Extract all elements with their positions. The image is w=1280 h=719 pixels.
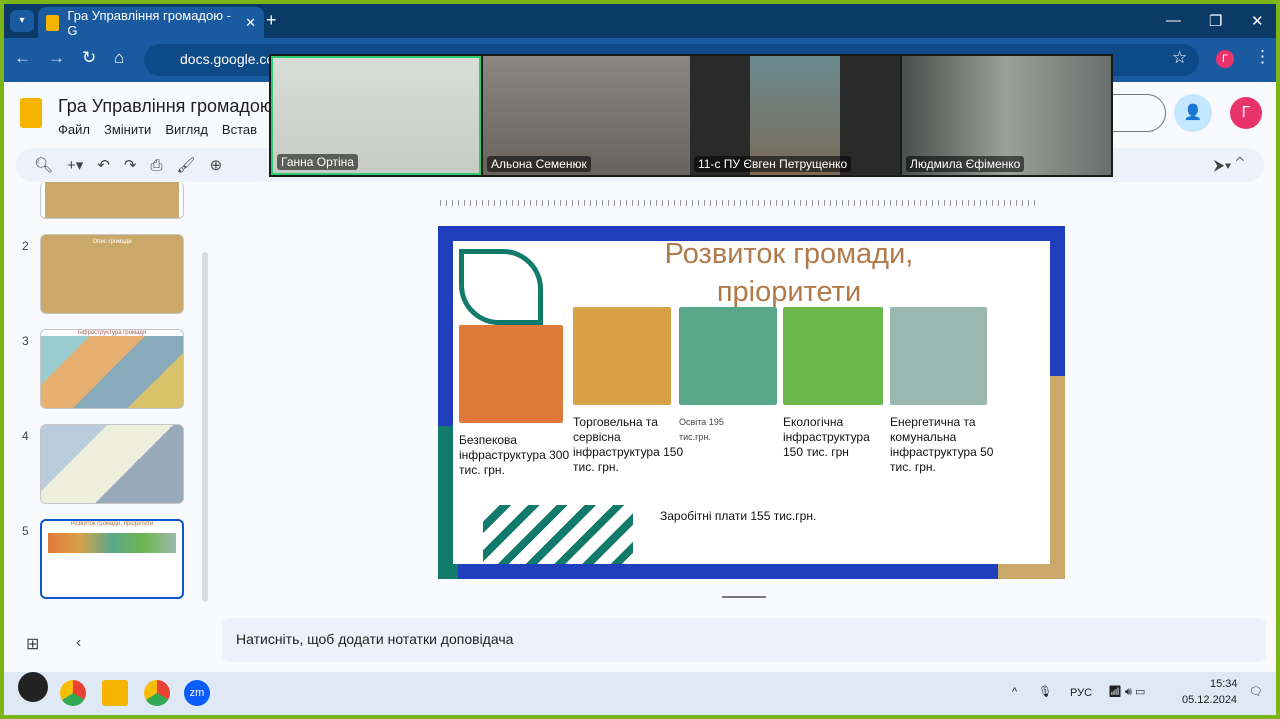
slide-thumbnail-5[interactable]: Розвиток громади, пріоритети bbox=[40, 519, 184, 599]
notifications-icon[interactable]: 🗨︎ bbox=[1249, 685, 1263, 698]
slide-number: 3 bbox=[22, 334, 29, 348]
chrome-icon[interactable] bbox=[60, 680, 86, 706]
video-tile[interactable]: Альона Семенюк bbox=[483, 56, 690, 175]
participant-name: Людмила Єфіменко bbox=[906, 156, 1025, 172]
video-tile[interactable]: Людмила Єфіменко bbox=[902, 56, 1111, 175]
close-tab-icon[interactable]: ✕ bbox=[245, 15, 256, 31]
participant-name: Альона Семенюк bbox=[487, 156, 591, 172]
slide-thumbnail-2[interactable]: Опис громади bbox=[40, 234, 184, 314]
print-icon[interactable]: ⎙ bbox=[151, 157, 163, 174]
participant-name: 11-с ПУ Євген Петрущенко bbox=[694, 156, 852, 172]
close-window-button[interactable]: ✕ bbox=[1251, 12, 1264, 30]
screen: ▾ Гра Управління громадою - G ✕ + — ❐ ✕ ←… bbox=[4, 4, 1276, 715]
zoom-icon[interactable]: ⊕ bbox=[210, 156, 223, 174]
tab-search-button[interactable]: ▾ bbox=[10, 10, 34, 32]
clock-date[interactable]: 05.12.2024 bbox=[1182, 694, 1237, 706]
security-image bbox=[459, 325, 563, 423]
menu-icon[interactable]: ⋮ bbox=[1254, 47, 1271, 67]
grid-view-icon[interactable]: ⊞ bbox=[26, 634, 39, 654]
language-indicator[interactable]: РУС bbox=[1070, 687, 1092, 699]
speaker-notes-input[interactable]: Натисніть, щоб додати нотатки доповідача bbox=[222, 618, 1266, 662]
undo-icon[interactable]: ↶ bbox=[97, 156, 110, 174]
menu-bar: Файл Змінити Вигляд Встав bbox=[58, 122, 257, 137]
energy-image bbox=[890, 307, 987, 405]
item-caption: Освіта 195 тис.грн. bbox=[679, 417, 724, 442]
ruler bbox=[440, 200, 1040, 206]
slide-number: 2 bbox=[22, 239, 29, 253]
item-education: Освіта 195 тис.грн. bbox=[679, 307, 777, 445]
back-icon[interactable]: ← bbox=[14, 48, 31, 68]
add-icon[interactable]: +▾ bbox=[67, 156, 83, 174]
clock-time[interactable]: 15:34 bbox=[1210, 678, 1238, 690]
redo-icon[interactable]: ↷ bbox=[124, 156, 137, 174]
zoom-app-icon[interactable]: zm bbox=[184, 680, 210, 706]
microphone-icon[interactable]: 🎙︎ bbox=[1038, 685, 1052, 698]
ecology-image bbox=[783, 307, 883, 405]
bookmark-star-icon[interactable]: ☆ bbox=[1172, 48, 1187, 68]
slide[interactable]: Розвиток громади, пріоритети Безпекова і… bbox=[438, 226, 1065, 579]
new-tab-button[interactable]: + bbox=[266, 10, 277, 31]
slides-icon bbox=[46, 14, 60, 31]
menu-edit[interactable]: Змінити bbox=[104, 122, 151, 137]
taskbar: zm ^ 🎙︎ РУС 📶︎ 🔊︎ ▭ 15:34 05.12.2024 🗨︎ bbox=[4, 672, 1276, 715]
paint-format-icon[interactable]: 🖌︎ bbox=[177, 156, 196, 174]
home-icon[interactable]: ⌂ bbox=[114, 48, 124, 68]
profile-avatar[interactable]: Г bbox=[1216, 50, 1234, 68]
tab-bar: ▾ Гра Управління громадою - G ✕ + — ❐ ✕ bbox=[4, 4, 1276, 38]
tab-title: Гра Управління громадою - G bbox=[67, 7, 231, 38]
slide-number: 4 bbox=[22, 429, 29, 443]
browser-tab[interactable]: Гра Управління громадою - G ✕ bbox=[38, 7, 264, 38]
restore-button[interactable]: ❐ bbox=[1209, 12, 1222, 30]
thumb-title: Розвиток громади, пріоритети bbox=[70, 521, 154, 527]
notes-resize-handle[interactable] bbox=[722, 596, 766, 598]
menu-insert[interactable]: Встав bbox=[222, 122, 257, 137]
pen-icon[interactable] bbox=[18, 672, 48, 702]
select-pointer-icon[interactable]: ⮞▾ ⌃ bbox=[1214, 157, 1244, 174]
url-text: docs.google.co bbox=[180, 51, 275, 67]
item-caption: Енергетична та комунальна інфраструктура… bbox=[890, 415, 994, 474]
share-add-person-icon[interactable]: 👤 bbox=[1174, 94, 1212, 132]
show-hidden-icons[interactable]: ^ bbox=[1012, 686, 1017, 698]
collapse-panel-icon[interactable]: ‹ bbox=[76, 634, 81, 652]
item-caption: Екологічна інфраструктура 150 тис. грн bbox=[783, 415, 870, 459]
trade-image bbox=[573, 307, 671, 405]
file-explorer-icon[interactable] bbox=[102, 680, 128, 706]
decorative-stripes bbox=[483, 505, 633, 564]
item-caption: Торговельна та сервісна інфраструктура 1… bbox=[573, 415, 684, 474]
chrome-profile-icon[interactable] bbox=[144, 680, 170, 706]
thumb-title: Інфраструктура громади bbox=[41, 330, 183, 336]
search-icon[interactable]: 🔍︎ bbox=[34, 156, 53, 174]
slide-thumbnail-4[interactable] bbox=[40, 424, 184, 504]
item-energy: Енергетична та комунальна інфраструктура… bbox=[890, 307, 1005, 475]
slide-thumbnail-1[interactable] bbox=[40, 182, 184, 219]
video-tile[interactable]: 11-с ПУ Євген Петрущенко bbox=[690, 56, 900, 175]
document-title[interactable]: Гра Управління громадою bbox=[58, 96, 273, 117]
google-slides-logo bbox=[20, 98, 42, 128]
leaf-logo bbox=[459, 249, 543, 325]
participant-name: Ганна Ортіна bbox=[277, 154, 358, 170]
menu-file[interactable]: Файл bbox=[58, 122, 90, 137]
account-avatar[interactable]: Г bbox=[1230, 97, 1262, 129]
thumbnail-scrollbar[interactable] bbox=[202, 252, 208, 602]
thumb-title: Опис громади bbox=[92, 239, 132, 245]
menu-view[interactable]: Вигляд bbox=[165, 122, 208, 137]
zoom-video-strip[interactable]: Ганна Ортіна Альона Семенюк 11-с ПУ Євге… bbox=[269, 54, 1113, 177]
salary-text: Заробітні плати 155 тис.грн. bbox=[660, 509, 817, 523]
minimize-button[interactable]: — bbox=[1166, 12, 1181, 29]
wifi-volume-battery-icons[interactable]: 📶︎ 🔊︎ ▭ bbox=[1108, 685, 1145, 699]
reload-icon[interactable]: ↻ bbox=[82, 48, 96, 68]
education-image bbox=[679, 307, 777, 405]
item-security: Безпекова інфраструктура 300 тис. грн. bbox=[459, 325, 574, 478]
slide-title: Розвиток громади, пріоритети bbox=[664, 238, 914, 308]
slide-number: 5 bbox=[22, 524, 29, 538]
item-ecology: Екологічна інфраструктура 150 тис. грн bbox=[783, 307, 888, 460]
slide-thumbnail-3[interactable]: Інфраструктура громади bbox=[40, 329, 184, 409]
video-tile[interactable]: Ганна Ортіна bbox=[271, 56, 481, 175]
notes-placeholder: Натисніть, щоб додати нотатки доповідача bbox=[236, 631, 514, 647]
item-caption: Безпекова інфраструктура 300 тис. грн. bbox=[459, 433, 570, 477]
slide-content: Розвиток громади, пріоритети Безпекова і… bbox=[453, 238, 1050, 564]
forward-icon[interactable]: → bbox=[48, 48, 65, 68]
item-trade: Торговельна та сервісна інфраструктура 1… bbox=[573, 307, 688, 475]
